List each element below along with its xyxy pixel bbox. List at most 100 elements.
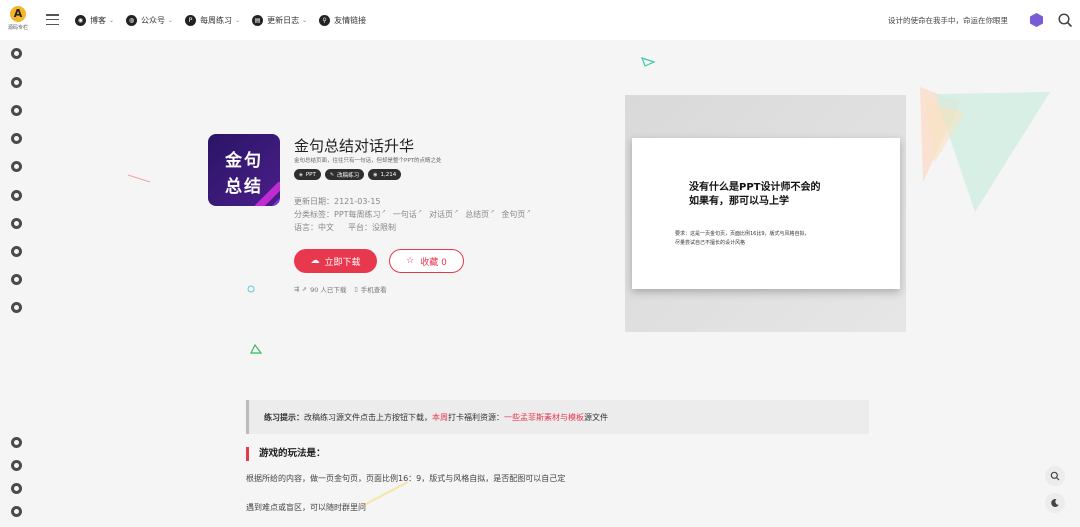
top-nav: A 源码专栏 ◉ 博客 ⌄ ◍ 公众号 ⌄ P 每周练习 ⌄ ▤ 更新日志 ⌄ … bbox=[0, 0, 1080, 40]
wechat-icon: ◍ bbox=[126, 14, 138, 26]
product-stats: ⇶ ⇗ 90 人已下载 ▯ 手机查看 bbox=[294, 284, 395, 295]
thumbnail-text-line1: 金句 bbox=[225, 151, 263, 171]
nav-item-label: 每周练习 bbox=[200, 15, 233, 25]
slide-requirement-line2: 尽量尝试自己不擅长的设计风格 bbox=[675, 240, 746, 246]
red-line-decoration bbox=[127, 174, 151, 183]
nav-item-label: 更新日志 bbox=[267, 15, 300, 25]
language-label: 语言： bbox=[294, 223, 318, 232]
site-logo[interactable]: A 源码专栏 bbox=[7, 6, 29, 34]
tag-label: 改稿练习 bbox=[337, 172, 360, 179]
share-icon[interactable]: ⇶ bbox=[294, 286, 299, 293]
product-tags: ◈ PPT ✎ 改稿练习 ◉ 1,214 bbox=[294, 169, 405, 180]
thumbnail-text-line2: 总结 bbox=[225, 177, 263, 197]
platform-value: 没限制 bbox=[372, 223, 396, 232]
language-row: 语言：中文 平台：没限制 bbox=[294, 222, 404, 233]
search-icon[interactable] bbox=[1057, 12, 1073, 28]
chevron-down-icon: ⌄ bbox=[302, 16, 308, 24]
rail-p-icon[interactable] bbox=[11, 483, 22, 494]
mobile-view-link[interactable]: 手机查看 bbox=[361, 284, 387, 294]
nav-menu: ◉ 博客 ⌄ ◍ 公众号 ⌄ P 每周练习 ⌄ ▤ 更新日志 ⌄ ⚲ 友情链接 bbox=[75, 0, 378, 40]
rail-info-icon[interactable] bbox=[11, 274, 22, 285]
product-subtitle: 金句总结页面，往往只有一句话，但却是整个PPT的点睛之处 bbox=[294, 158, 442, 164]
download-label: 立即下载 bbox=[324, 257, 361, 268]
rail-back-icon[interactable] bbox=[11, 506, 22, 517]
nav-item-links[interactable]: ⚲ 友情链接 bbox=[319, 14, 367, 26]
moon-icon bbox=[1051, 498, 1059, 507]
link-icon: ⚲ bbox=[319, 14, 331, 26]
update-date-label: 更新日期： bbox=[294, 197, 334, 206]
tip-resource-link[interactable]: 一些孟菲斯素材与模板 bbox=[504, 412, 584, 423]
chevron-down-icon: ⌄ bbox=[235, 16, 241, 24]
nav-item-weekly[interactable]: P 每周练习 ⌄ bbox=[185, 14, 241, 26]
menu-toggle-icon[interactable] bbox=[46, 14, 59, 25]
teal-triangle-decoration bbox=[640, 57, 656, 67]
diamond-icon: ◈ bbox=[299, 171, 303, 178]
mobile-icon: ▯ bbox=[354, 285, 358, 293]
favorite-label: 收藏 0 bbox=[420, 257, 447, 268]
tag-ppt[interactable]: ◈ PPT bbox=[294, 169, 321, 180]
tip-label: 练习提示： bbox=[264, 412, 304, 422]
nav-item-label: 公众号 bbox=[141, 15, 166, 25]
product-thumbnail: 金句 总结 bbox=[208, 134, 280, 206]
cloud-download-icon: ☁ bbox=[310, 256, 320, 266]
edit-icon: ✎ bbox=[329, 171, 335, 178]
rail-record-icon[interactable] bbox=[11, 161, 22, 172]
category-link[interactable]: 对话页 bbox=[429, 210, 458, 219]
practice-tip: 练习提示： 改稿练习源文件点击上方按钮下载， 本周 打卡福利资源： 一些孟菲斯素材与模板… bbox=[246, 400, 869, 434]
trend-icon: ⇗ bbox=[302, 285, 308, 293]
left-rail bbox=[0, 40, 34, 527]
favorite-button[interactable]: ☆ 收藏 0 bbox=[389, 249, 464, 273]
rail-video-icon[interactable] bbox=[11, 302, 22, 313]
language-value: 中文 bbox=[318, 223, 334, 232]
section-paragraph: 遇到难点或盲区，可以随时群里问 bbox=[246, 503, 366, 512]
tip-highlight: 本周 bbox=[432, 412, 448, 422]
star-icon: ☆ bbox=[406, 256, 415, 266]
section-paragraph: 根据所给的内容，做一页金句页，页面比例16：9，版式与风格自拟，是否配图可以自己… bbox=[246, 474, 566, 483]
tip-text: 源文件 bbox=[584, 412, 608, 422]
preview-slide[interactable]: 没有什么是PPT设计师不会的 如果有，那可以马上学 要求：这是一页金句页，页面比… bbox=[632, 138, 900, 289]
cyan-circle-decoration bbox=[247, 285, 255, 293]
nav-item-blog[interactable]: ◉ 博客 ⌄ bbox=[75, 14, 114, 26]
section-title: 游戏的玩法是： bbox=[246, 447, 326, 461]
search-icon bbox=[1050, 471, 1060, 481]
tag-practice[interactable]: ✎ 改稿练习 bbox=[324, 169, 365, 180]
rail-help-icon[interactable] bbox=[11, 437, 22, 448]
rail-star-icon[interactable] bbox=[11, 246, 22, 257]
vip-gem-icon[interactable] bbox=[1030, 13, 1043, 27]
tag-label: PPT bbox=[305, 171, 316, 178]
rail-link-icon[interactable] bbox=[11, 460, 22, 471]
nav-item-label: 友情链接 bbox=[334, 15, 367, 25]
rail-user-icon[interactable] bbox=[11, 77, 22, 88]
platform-label: 平台： bbox=[348, 223, 372, 232]
update-date-value: 2121-03-15 bbox=[334, 197, 381, 206]
category-link[interactable]: 一句话 bbox=[393, 210, 422, 219]
category-link[interactable]: 总结页 bbox=[465, 210, 494, 219]
tip-text: 改稿练习源文件点击上方按钮下载， bbox=[304, 412, 432, 422]
rail-wrench-icon[interactable] bbox=[11, 190, 22, 201]
nav-item-wechat[interactable]: ◍ 公众号 ⌄ bbox=[126, 14, 174, 26]
nav-item-changelog[interactable]: ▤ 更新日志 ⌄ bbox=[252, 14, 308, 26]
pastel-triangles-decoration bbox=[920, 87, 1050, 212]
download-count: 90 人已下载 bbox=[310, 286, 347, 294]
site-slogan: 设计的使命在我手中，命运在你眼里 bbox=[888, 16, 1008, 25]
rail-compass-icon[interactable] bbox=[11, 105, 22, 116]
product-title: 金句总结对话升华 bbox=[294, 137, 415, 155]
category-label: 分类标签： bbox=[294, 210, 334, 219]
logo-mark: A bbox=[10, 6, 26, 22]
p-badge-icon: P bbox=[185, 14, 197, 26]
rail-chat-icon[interactable] bbox=[11, 48, 22, 59]
float-search-button[interactable] bbox=[1045, 466, 1065, 486]
rail-shield-icon[interactable] bbox=[11, 218, 22, 229]
tag-views: ◉ 1,214 bbox=[368, 169, 402, 180]
category-link[interactable]: 金句页 bbox=[501, 210, 530, 219]
rail-globe-icon[interactable] bbox=[11, 133, 22, 144]
green-triangle-decoration bbox=[250, 343, 263, 354]
float-darkmode-button[interactable] bbox=[1045, 493, 1065, 513]
chevron-down-icon: ⌄ bbox=[168, 16, 174, 24]
category-link[interactable]: PPT每周练习 bbox=[334, 210, 386, 219]
download-button[interactable]: ☁ 立即下载 bbox=[294, 249, 377, 273]
tip-text: 打卡福利资源： bbox=[448, 412, 504, 422]
tag-label: 1,214 bbox=[380, 171, 397, 178]
logo-text: 源码专栏 bbox=[7, 25, 28, 31]
compass-icon: ◉ bbox=[75, 14, 86, 26]
